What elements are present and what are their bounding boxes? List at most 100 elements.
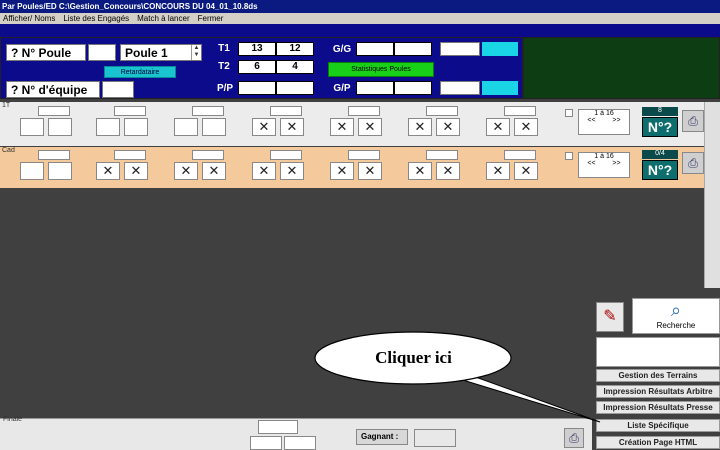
row2-prev-button[interactable]: <<: [587, 160, 595, 167]
menu-liste-engages[interactable]: Liste des Engagés: [63, 13, 129, 24]
row2-score-cell[interactable]: ✕: [252, 162, 276, 180]
row1-score-cell[interactable]: ✕: [358, 118, 382, 136]
row1-printer-icon[interactable]: ⎙: [682, 110, 704, 132]
row2-score-cell[interactable]: ✕: [202, 162, 226, 180]
menu-fermer[interactable]: Fermer: [198, 13, 224, 24]
row2-score-cell[interactable]: ✕: [408, 162, 432, 180]
row1-score-cell[interactable]: [174, 118, 198, 136]
row1-score-cell[interactable]: [20, 118, 44, 136]
row2-team-name[interactable]: [504, 150, 536, 160]
row1-score-cell[interactable]: ✕: [436, 118, 460, 136]
recherche-button[interactable]: ⌕ Recherche: [632, 298, 720, 334]
callout-text: Cliquer ici: [375, 348, 452, 367]
row2-score-cell[interactable]: ✕: [358, 162, 382, 180]
row2-score-cell[interactable]: ✕: [124, 162, 148, 180]
row1-team-name[interactable]: [114, 106, 146, 116]
row2-score-cell[interactable]: ✕: [514, 162, 538, 180]
row1-team-name[interactable]: [348, 106, 380, 116]
row1-team-name[interactable]: [270, 106, 302, 116]
pen-icon[interactable]: ✎: [596, 302, 624, 332]
row2-team-name[interactable]: [426, 150, 458, 160]
row1-team-name[interactable]: [426, 106, 458, 116]
window-title: Par Poules/ED C:\Gestion_Concours\CONCOU…: [0, 0, 720, 13]
finale-bracket-top: [258, 420, 298, 434]
row2-score-cell[interactable]: ✕: [486, 162, 510, 180]
cyan-cell-bottom: [482, 81, 518, 95]
finale-printer-icon[interactable]: ⎙: [564, 428, 584, 448]
equipe-number-input[interactable]: [102, 81, 134, 98]
gp-row: G/P: [326, 81, 432, 95]
menu-bar: Afficher/ Noms Liste des Engagés Match à…: [0, 13, 720, 24]
gp-cell-a: [356, 81, 394, 95]
row1-score-cell[interactable]: [48, 118, 72, 136]
row1-team-name[interactable]: [38, 106, 70, 116]
row2-team-name[interactable]: [38, 150, 70, 160]
row2-team-name[interactable]: [192, 150, 224, 160]
row1-score-cell[interactable]: ✕: [252, 118, 276, 136]
gp-cell-b: [394, 81, 432, 95]
row2-nav: 1 à 16 << >>: [578, 152, 630, 178]
row1-score-cell[interactable]: ✕: [486, 118, 510, 136]
poule-label[interactable]: ? N° Poule: [6, 44, 86, 61]
row1-score-cell[interactable]: ✕: [408, 118, 432, 136]
retardataire-button[interactable]: Retardataire: [104, 66, 176, 78]
row2-printer-icon[interactable]: ⎙: [682, 152, 704, 174]
row2-score-cell[interactable]: ✕: [96, 162, 120, 180]
liste-specifique-button[interactable]: Liste Spécifique: [596, 419, 720, 432]
row1-score-cell[interactable]: ✕: [514, 118, 538, 136]
row1-team-name[interactable]: [504, 106, 536, 116]
t2-label: T2: [210, 60, 238, 74]
row1-score-cell[interactable]: [96, 118, 120, 136]
row1-next-button[interactable]: >>: [612, 117, 620, 124]
finale-label: Finale: [3, 416, 23, 423]
t1-row: T1 13 12: [210, 42, 314, 56]
row2-team-name[interactable]: [114, 150, 146, 160]
equipe-label[interactable]: ? N° d'équipe: [6, 81, 100, 98]
row1-team-name[interactable]: [192, 106, 224, 116]
row2-label: Cad: [2, 147, 15, 154]
row2-score-cell[interactable]: ✕: [436, 162, 460, 180]
row2-score-cell[interactable]: [20, 162, 44, 180]
t1-label: T1: [210, 42, 238, 56]
impression-presse-button[interactable]: Impression Résultats Presse: [596, 401, 720, 414]
row1-score-cell[interactable]: ✕: [280, 118, 304, 136]
t1-score-b: 12: [276, 42, 314, 56]
magnifier-icon: ⌕: [670, 300, 682, 320]
row2-score-cell[interactable]: ✕: [280, 162, 304, 180]
row2-team-name[interactable]: [270, 150, 302, 160]
side-text-box[interactable]: [596, 337, 720, 367]
gg-cell-a: [356, 42, 394, 56]
row2-team-name[interactable]: [348, 150, 380, 160]
row2-next-button[interactable]: >>: [612, 160, 620, 167]
row2-checkbox[interactable]: [565, 152, 573, 160]
menu-afficher-noms[interactable]: Afficher/ Noms: [3, 13, 55, 24]
pp-cell-a: [238, 81, 276, 95]
stats-poules-button[interactable]: Statistiques Poules: [328, 62, 434, 77]
poule-select[interactable]: Poule 1 ▲ ▼: [120, 44, 202, 61]
row1-counter: 8: [642, 107, 678, 116]
poule-number-input[interactable]: [88, 44, 116, 61]
top-strip: [0, 24, 720, 37]
creation-html-button[interactable]: Création Page HTML: [596, 436, 720, 449]
gg-row: G/G: [326, 42, 432, 56]
row1-score-cell[interactable]: ✕: [330, 118, 354, 136]
menu-match-a-lancer[interactable]: Match à lancer: [137, 13, 189, 24]
row1-score-cell[interactable]: [202, 118, 226, 136]
pp-cell-b: [276, 81, 314, 95]
impression-arbitre-button[interactable]: Impression Résultats Arbitre: [596, 385, 720, 398]
row2-score-cell[interactable]: ✕: [174, 162, 198, 180]
row2-score-cell[interactable]: ✕: [330, 162, 354, 180]
extra-cell-top: [440, 42, 480, 56]
row2-nq-button[interactable]: N°?: [642, 160, 678, 180]
row2-range: 1 à 16: [594, 153, 614, 160]
vertical-scrollbar[interactable]: [704, 102, 720, 288]
row1-checkbox[interactable]: [565, 109, 573, 117]
gagnant-field: [414, 429, 456, 447]
row1-score-cell[interactable]: [124, 118, 148, 136]
gestion-terrains-button[interactable]: Gestion des Terrains: [596, 369, 720, 382]
row1-prev-button[interactable]: <<: [587, 117, 595, 124]
row1-nq-button[interactable]: N°?: [642, 117, 678, 137]
t1-score-a: 13: [238, 42, 276, 56]
row2-score-cell[interactable]: [48, 162, 72, 180]
stepper-icon[interactable]: ▲ ▼: [191, 45, 201, 60]
